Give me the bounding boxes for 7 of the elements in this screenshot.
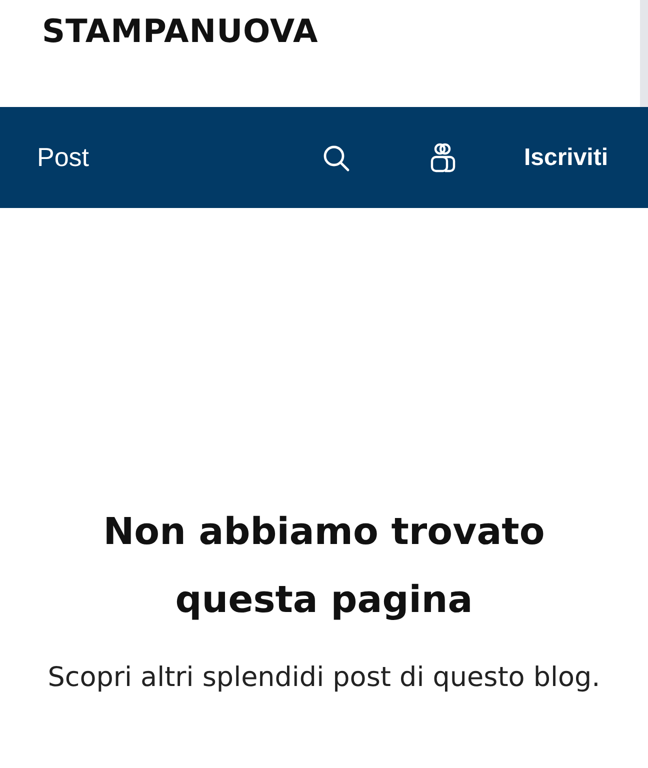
post-link[interactable]: Post [37, 142, 90, 173]
people-icon[interactable] [430, 142, 456, 172]
subscribe-link[interactable]: Iscriviti [524, 144, 608, 172]
search-icon[interactable] [322, 144, 350, 172]
error-message: Scopri altri splendidi post di questo blog. [46, 661, 602, 695]
error-heading: Non abbiamo trovato questa pagina [102, 509, 546, 623]
site-title[interactable]: STAMPANUOVA [42, 12, 318, 50]
